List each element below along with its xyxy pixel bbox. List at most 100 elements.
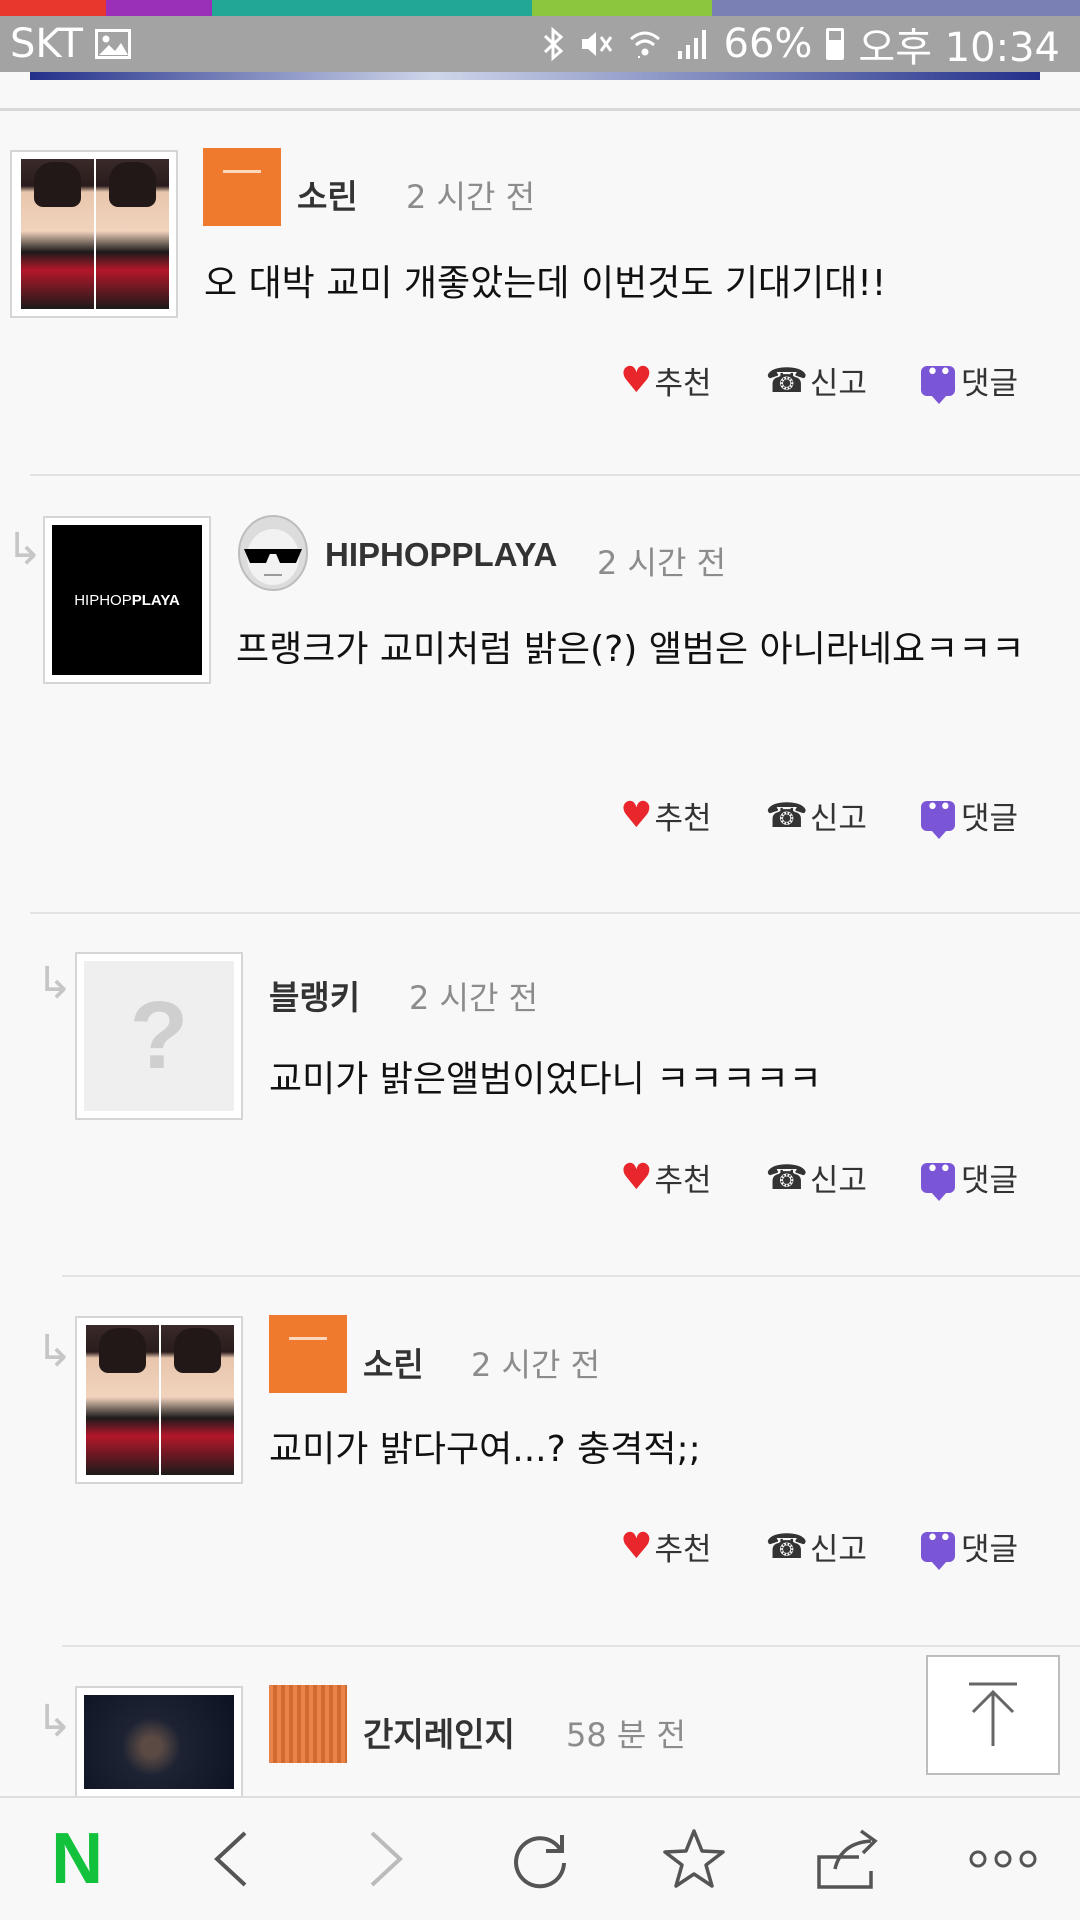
arrow-up-icon bbox=[969, 1682, 1017, 1746]
comment-time: 2 시간 전 bbox=[409, 979, 539, 1017]
comment-time: 2 시간 전 bbox=[597, 544, 727, 582]
comment-username[interactable]: 소린 bbox=[297, 170, 358, 218]
report-button[interactable]: ☎ 신고 bbox=[766, 358, 867, 403]
comment-username[interactable]: 소린 bbox=[363, 1338, 424, 1386]
reply-button[interactable]: 댓글 bbox=[920, 1155, 1018, 1201]
naver-n-icon: N bbox=[51, 1819, 104, 1899]
bluetooth-icon bbox=[543, 26, 563, 62]
signal-icon bbox=[677, 30, 706, 59]
more-icon bbox=[969, 1850, 1037, 1868]
comment-text: 교미가 밝다구여...? 충격적;; bbox=[269, 1429, 701, 1470]
phone-icon: ☎ bbox=[765, 1157, 808, 1198]
avatar[interactable]: HIPHOP PLAYA bbox=[43, 516, 211, 684]
comment-divider bbox=[62, 1275, 1080, 1277]
mute-vibrate-icon bbox=[581, 32, 612, 56]
recommend-label: 추천 bbox=[654, 801, 712, 837]
phone-icon: ☎ bbox=[765, 1526, 808, 1567]
forward-icon bbox=[370, 1831, 403, 1887]
recommend-button[interactable]: ♥ 추천 bbox=[620, 793, 711, 838]
speech-bubble-icon bbox=[920, 1526, 955, 1570]
scroll-to-top-button[interactable] bbox=[926, 1655, 1060, 1775]
avatar[interactable] bbox=[75, 1686, 243, 1796]
reply-arrow-icon: ↳ bbox=[36, 1326, 73, 1377]
back-icon bbox=[214, 1831, 247, 1887]
mask-icon bbox=[238, 515, 308, 591]
recommend-button[interactable]: ♥ 추천 bbox=[620, 358, 711, 403]
comment-time: 58 분 전 bbox=[566, 1716, 686, 1754]
level-icon bbox=[269, 1685, 347, 1763]
phone-icon: ☎ bbox=[765, 795, 808, 836]
logo-text: HIPHOP bbox=[74, 591, 132, 609]
naver-home-button[interactable]: N bbox=[22, 1804, 132, 1914]
reply-button[interactable]: 댓글 bbox=[920, 358, 1018, 404]
reply-label: 댓글 bbox=[960, 1532, 1018, 1568]
level-icon bbox=[269, 1315, 347, 1393]
bottom-nav-bar: N bbox=[0, 1796, 1080, 1920]
heart-icon: ♥ bbox=[620, 359, 653, 401]
reply-button[interactable]: 댓글 bbox=[920, 1524, 1018, 1570]
recommend-label: 추천 bbox=[654, 366, 712, 402]
avatar[interactable]: ? bbox=[75, 952, 243, 1120]
share-icon bbox=[816, 1829, 878, 1889]
report-label: 신고 bbox=[809, 1163, 867, 1199]
report-label: 신고 bbox=[809, 1532, 867, 1568]
speech-bubble-icon bbox=[920, 1157, 955, 1201]
recommend-button[interactable]: ♥ 추천 bbox=[620, 1155, 711, 1200]
comment-divider bbox=[62, 1645, 1080, 1647]
recommend-label: 추천 bbox=[654, 1163, 712, 1199]
comment-actions: ♥추천 ☎신고 댓글 bbox=[620, 1524, 1018, 1570]
comment-username[interactable]: 간지레인지 bbox=[363, 1708, 515, 1756]
color-strip bbox=[0, 0, 1080, 16]
wifi-icon bbox=[629, 31, 660, 58]
phone-icon: ☎ bbox=[765, 360, 808, 401]
comment-actions: ♥추천 ☎신고 댓글 bbox=[620, 1155, 1018, 1201]
reply-button[interactable]: 댓글 bbox=[920, 793, 1018, 839]
top-image-edge bbox=[30, 72, 1040, 80]
refresh-button[interactable] bbox=[485, 1804, 595, 1914]
report-label: 신고 bbox=[809, 366, 867, 402]
level-icon bbox=[203, 148, 281, 226]
comment-text: 프랭크가 교미처럼 밝은(?) 앨범은 아니라네요ㅋㅋㅋ bbox=[236, 629, 1025, 670]
comment-text: 교미가 밝은앨범이었다니 ㅋㅋㅋㅋㅋ bbox=[269, 1059, 822, 1100]
heart-icon: ♥ bbox=[620, 1156, 653, 1198]
comment-text: 오 대박 교미 개좋았는데 이번것도 기대기대!! bbox=[204, 263, 887, 304]
comment-divider bbox=[30, 474, 1080, 476]
report-label: 신고 bbox=[809, 801, 867, 837]
reply-arrow-icon: ↳ bbox=[36, 1696, 73, 1747]
reply-label: 댓글 bbox=[960, 1163, 1018, 1199]
heart-icon: ♥ bbox=[620, 794, 653, 836]
avatar[interactable] bbox=[75, 1316, 243, 1484]
recommend-button[interactable]: ♥ 추천 bbox=[620, 1524, 711, 1569]
logo-text-bold: PLAYA bbox=[131, 591, 180, 609]
reply-arrow-icon: ↳ bbox=[36, 958, 73, 1009]
clock: 오후 10:34 bbox=[858, 25, 1060, 71]
comment-divider bbox=[30, 912, 1080, 914]
more-button[interactable] bbox=[948, 1804, 1058, 1914]
comment-username[interactable]: HIPHOPPLAYA bbox=[325, 536, 557, 574]
heart-icon: ♥ bbox=[620, 1525, 653, 1567]
bookmark-star-icon bbox=[663, 1829, 726, 1888]
carrier-label: SKT bbox=[10, 21, 83, 67]
comment-actions: ♥추천 ☎신고 댓글 bbox=[620, 358, 1018, 404]
refresh-icon bbox=[514, 1835, 566, 1889]
report-button[interactable]: ☎ 신고 bbox=[766, 1155, 867, 1200]
reply-arrow-icon: ↳ bbox=[6, 524, 43, 575]
battery-icon bbox=[826, 28, 845, 60]
forward-button[interactable] bbox=[331, 1804, 441, 1914]
back-button[interactable] bbox=[176, 1804, 286, 1914]
gallery-icon bbox=[94, 29, 131, 59]
report-button[interactable]: ☎ 신고 bbox=[766, 793, 867, 838]
bookmark-button[interactable] bbox=[639, 1804, 749, 1914]
reply-label: 댓글 bbox=[960, 366, 1018, 402]
comment-username[interactable]: 블랭키 bbox=[269, 971, 360, 1019]
reply-label: 댓글 bbox=[960, 801, 1018, 837]
avatar[interactable] bbox=[10, 150, 178, 318]
battery-percent: 66% bbox=[723, 21, 813, 67]
comment-time: 2 시간 전 bbox=[471, 1346, 601, 1384]
comment-time: 2 시간 전 bbox=[406, 178, 536, 216]
share-button[interactable] bbox=[794, 1804, 904, 1914]
report-button[interactable]: ☎ 신고 bbox=[766, 1524, 867, 1569]
comment-actions: ♥추천 ☎신고 댓글 bbox=[620, 793, 1018, 839]
status-bar: SKT 66% 오후 10:34 bbox=[0, 0, 1080, 72]
speech-bubble-icon bbox=[920, 795, 955, 839]
